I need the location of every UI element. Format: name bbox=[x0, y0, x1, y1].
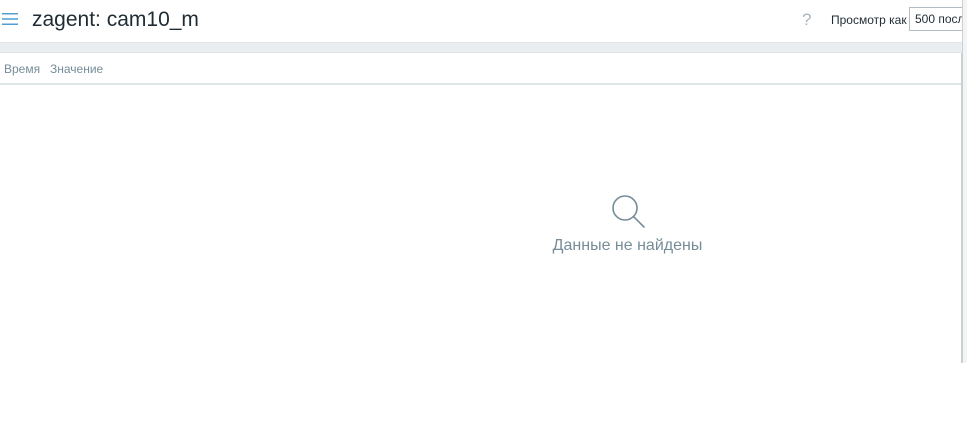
page-title: zagent: cam10_m bbox=[32, 8, 199, 31]
column-header-value[interactable]: Значение bbox=[50, 62, 103, 76]
search-icon bbox=[611, 195, 645, 228]
page: zagent: cam10_m ? Просмотр как 500 после… bbox=[0, 0, 967, 437]
table-header: Время Значение bbox=[0, 53, 961, 85]
hamburger-menu-icon[interactable] bbox=[2, 12, 18, 26]
filter-band bbox=[0, 42, 962, 53]
view-as-label: Просмотр как bbox=[831, 13, 907, 27]
view-as-select[interactable]: 500 последних значений bbox=[909, 7, 967, 31]
no-data-block: Данные не найдены bbox=[0, 193, 967, 255]
header: zagent: cam10_m ? Просмотр как 500 после… bbox=[0, 0, 967, 42]
column-header-time[interactable]: Время bbox=[4, 62, 40, 76]
no-data-message: Данные не найдены bbox=[552, 237, 703, 254]
content-panel: Время Значение Данные не найдены bbox=[0, 53, 962, 363]
help-icon[interactable]: ? bbox=[802, 10, 811, 30]
right-scrollbar-edge bbox=[962, 0, 967, 363]
